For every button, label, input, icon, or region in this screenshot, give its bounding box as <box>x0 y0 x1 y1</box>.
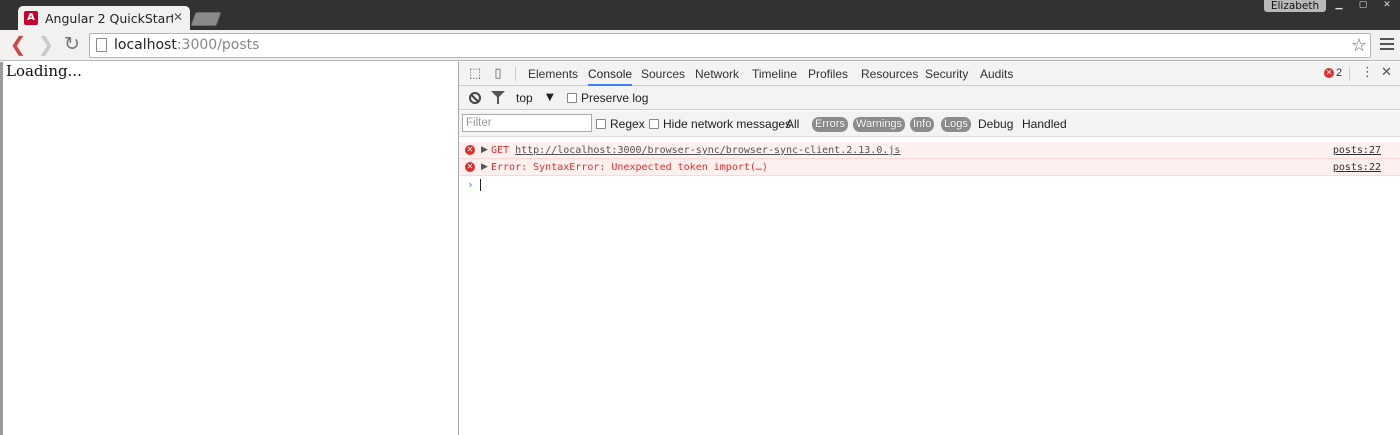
error-icon: ✕ <box>1324 68 1334 78</box>
device-mode-icon[interactable]: ▯ <box>490 66 506 82</box>
address-bar[interactable]: localhost:3000/posts ☆ <box>89 33 1371 58</box>
level-logs[interactable]: Logs <box>941 117 971 132</box>
loading-text: Loading... <box>6 62 82 80</box>
close-devtools-icon[interactable]: ✕ <box>1381 65 1392 81</box>
error-count: 2 <box>1336 67 1343 79</box>
regex-checkbox[interactable] <box>596 119 606 129</box>
expand-triangle-icon[interactable]: ▶ <box>481 143 488 158</box>
console-message-text: GET http://localhost:3000/browser-sync/b… <box>491 143 900 158</box>
tab-elements[interactable]: Elements <box>528 62 578 86</box>
clear-console-icon[interactable] <box>469 92 481 104</box>
page-left-edge <box>0 62 3 435</box>
context-select[interactable]: top <box>516 86 533 110</box>
url-host: localhost <box>114 37 177 53</box>
page-viewport: Loading... <box>0 62 458 435</box>
error-icon: ✕ <box>465 162 475 172</box>
chevron-down-icon[interactable]: ▼ <box>546 86 554 110</box>
tab-audits[interactable]: Audits <box>980 62 1013 86</box>
hide-network-checkbox[interactable] <box>649 119 659 129</box>
browser-toolbar: ❮ ❯ ↻ localhost:3000/posts ☆ <box>0 30 1400 61</box>
minimize-icon[interactable]: ▁ <box>1328 0 1350 12</box>
level-errors[interactable]: Errors <box>812 117 848 132</box>
url-text[interactable]: localhost:3000/posts <box>114 37 259 53</box>
devtools-panel: ⬚ ▯ Elements Console Sources Network Tim… <box>458 62 1400 435</box>
console-toolbar: top ▼ Preserve log <box>459 86 1400 110</box>
tab-sources[interactable]: Sources <box>641 62 685 86</box>
regex-label[interactable]: Regex <box>610 117 645 131</box>
hide-network-label[interactable]: Hide network messages <box>663 117 791 131</box>
back-arrow-icon[interactable]: ❮ <box>6 33 30 57</box>
menu-icon[interactable] <box>1380 38 1394 53</box>
request-url-link[interactable]: http://localhost:3000/browser-sync/brows… <box>515 145 900 156</box>
console-message-text: Error: SyntaxError: Unexpected token imp… <box>491 162 768 173</box>
page-icon <box>96 38 107 52</box>
console-input-caret[interactable] <box>480 179 481 191</box>
bookmark-star-icon[interactable]: ☆ <box>1351 35 1367 56</box>
window-titlebar: A Angular 2 QuickStart ✕ Elizabeth ▁ ▢ ✕ <box>0 0 1400 30</box>
console-error-row[interactable]: ✕ ▶ Error: SyntaxError: Unexpected token… <box>459 159 1400 176</box>
filter-input[interactable] <box>462 114 592 132</box>
tab-close-icon[interactable]: ✕ <box>173 11 183 23</box>
tab-console[interactable]: Console <box>588 62 633 86</box>
angular-logo-icon: A <box>24 11 38 25</box>
level-debug[interactable]: Debug <box>978 117 1013 132</box>
maximize-icon[interactable]: ▢ <box>1352 0 1374 12</box>
devtools-tab-bar: ⬚ ▯ Elements Console Sources Network Tim… <box>459 62 1400 86</box>
level-info[interactable]: Info <box>910 117 935 132</box>
filter-icon[interactable] <box>491 91 505 104</box>
divider <box>515 67 516 81</box>
error-icon: ✕ <box>465 145 475 155</box>
source-link[interactable]: posts:27 <box>1333 143 1381 158</box>
console-prompt-icon: › <box>467 178 474 191</box>
expand-triangle-icon[interactable]: ▶ <box>481 160 488 175</box>
tab-profiles[interactable]: Profiles <box>808 62 848 86</box>
preserve-log-label[interactable]: Preserve log <box>581 91 648 105</box>
source-link[interactable]: posts:22 <box>1333 160 1381 175</box>
close-icon[interactable]: ✕ <box>1376 0 1398 12</box>
level-all[interactable]: All <box>786 117 799 132</box>
tab-timeline[interactable]: Timeline <box>752 62 797 86</box>
tab-title: Angular 2 QuickStart <box>45 10 173 26</box>
console-filter-bar: Regex Hide network messages All Errors W… <box>459 111 1400 137</box>
more-options-icon[interactable]: ⋮ <box>1361 65 1374 81</box>
level-warnings[interactable]: Warnings <box>853 117 906 132</box>
url-path: :3000/posts <box>176 37 260 53</box>
profile-button[interactable]: Elizabeth <box>1264 0 1326 12</box>
preserve-log-checkbox[interactable] <box>567 93 577 103</box>
tab-security[interactable]: Security <box>925 62 968 86</box>
console-error-row[interactable]: ✕ ▶ GET http://localhost:3000/browser-sy… <box>459 142 1400 159</box>
divider <box>1349 67 1350 81</box>
error-counter[interactable]: ✕ 2 <box>1324 67 1342 79</box>
new-tab-button[interactable] <box>190 12 222 26</box>
tab-network[interactable]: Network <box>695 62 739 86</box>
request-method: GET <box>491 145 510 156</box>
reload-icon[interactable]: ↻ <box>60 33 84 57</box>
forward-arrow-icon[interactable]: ❯ <box>34 33 58 57</box>
level-handled[interactable]: Handled <box>1022 117 1067 132</box>
tab-resources[interactable]: Resources <box>861 62 918 86</box>
browser-tab[interactable]: A Angular 2 QuickStart ✕ <box>18 6 190 30</box>
inspect-element-icon[interactable]: ⬚ <box>467 66 483 82</box>
